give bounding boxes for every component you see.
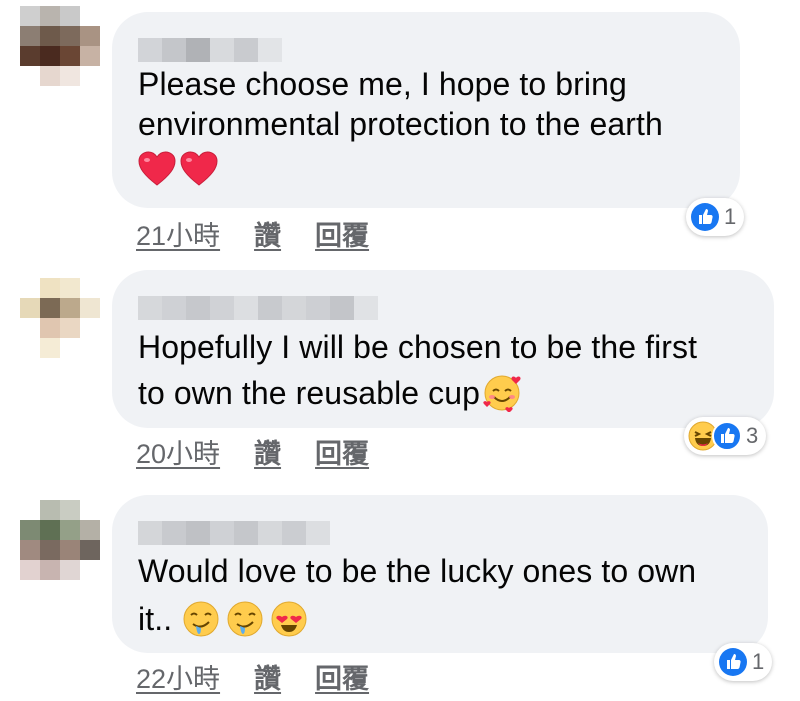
reaction-count: 1 — [724, 204, 737, 229]
author-name-blurred[interactable] — [138, 296, 378, 320]
drooling-face-icon — [227, 601, 263, 637]
comment-text-line: to own the reusable cup — [138, 375, 481, 411]
like-button[interactable]: 讚 — [254, 432, 281, 471]
comment-time[interactable]: 21小時 — [136, 214, 220, 253]
reply-button[interactable]: 回覆 — [315, 657, 369, 696]
like-button[interactable]: 讚 — [254, 657, 281, 696]
comment-bubble: Would love to be the lucky ones to own i… — [112, 495, 768, 653]
heart-eyes-icon — [271, 601, 307, 637]
like-reaction-icon — [719, 648, 747, 676]
comment-text-line: Would love to be the lucky ones to own — [138, 553, 697, 589]
drooling-face-icon — [183, 601, 219, 637]
comment-actions: 22小時 讚 回覆 — [136, 657, 369, 696]
smiling-face-with-hearts-icon — [483, 375, 521, 412]
comment-text-line: environmental protection to the earth — [138, 106, 663, 142]
comment-time[interactable]: 22小時 — [136, 657, 220, 696]
comment-bubble: Hopefully I will be chosen to be the fir… — [112, 270, 774, 428]
avatar[interactable] — [20, 6, 100, 86]
reaction-summary[interactable]: 1 — [714, 643, 773, 681]
reaction-summary[interactable]: 1 — [686, 198, 745, 236]
like-reaction-icon — [691, 203, 719, 231]
author-name-blurred[interactable] — [138, 521, 330, 545]
comment-text-line: it.. — [138, 601, 173, 637]
reaction-count: 3 — [746, 423, 759, 448]
comment-text: Please choose me, I hope to bring enviro… — [138, 64, 663, 192]
comment-time[interactable]: 20小時 — [136, 432, 220, 471]
red-heart-icon — [180, 151, 218, 186]
reaction-summary[interactable]: 3 — [684, 417, 767, 455]
comment-text: Hopefully I will be chosen to be the fir… — [138, 324, 697, 416]
comment-actions: 20小時 讚 回覆 — [136, 432, 369, 471]
avatar[interactable] — [20, 278, 100, 358]
red-heart-icon — [138, 151, 176, 186]
comment-text-line: Hopefully I will be chosen to be the fir… — [138, 329, 698, 365]
comment-text-line: Please choose me, I hope to bring — [138, 66, 627, 102]
comment-text: Would love to be the lucky ones to own i… — [138, 547, 696, 643]
comment-bubble: Please choose me, I hope to bring enviro… — [112, 12, 740, 208]
reply-button[interactable]: 回覆 — [315, 214, 369, 253]
reply-button[interactable]: 回覆 — [315, 432, 369, 471]
like-button[interactable]: 讚 — [254, 214, 281, 253]
comment-actions: 21小時 讚 回覆 — [136, 214, 369, 253]
author-name-blurred[interactable] — [138, 38, 282, 62]
avatar[interactable] — [20, 500, 100, 580]
reaction-count: 1 — [752, 649, 765, 674]
like-reaction-icon — [712, 421, 742, 451]
